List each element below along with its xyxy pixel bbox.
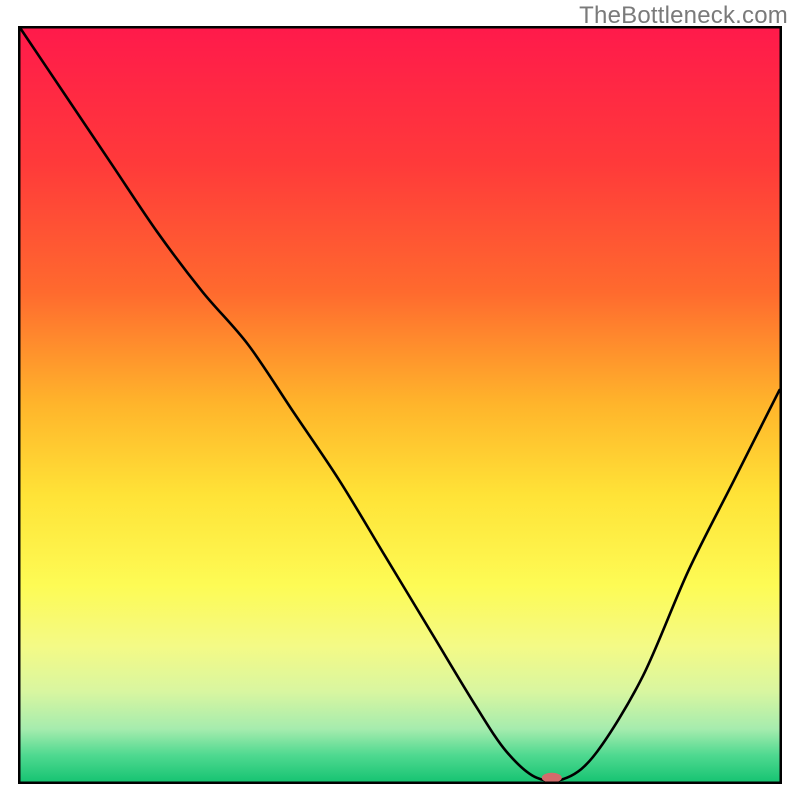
watermark-text: TheBottleneck.com [579, 2, 788, 30]
bottleneck-chart [18, 26, 782, 784]
chart-background [21, 29, 780, 782]
chart-stage [18, 26, 782, 784]
optimum-marker [542, 773, 562, 783]
